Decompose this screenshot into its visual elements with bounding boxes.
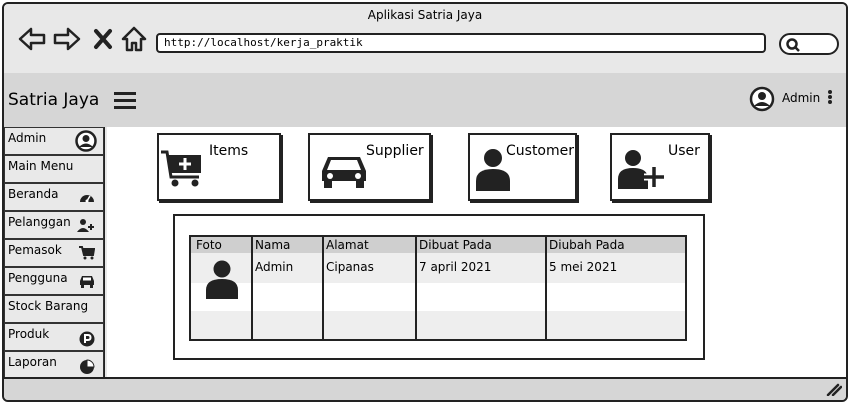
card-label: Supplier bbox=[366, 143, 424, 159]
sidebar-item-label: Laporan bbox=[8, 355, 57, 369]
column-header-diubah-pada: Diubah Pada bbox=[549, 238, 625, 252]
more-options-icon[interactable] bbox=[827, 90, 833, 110]
sidebar-item-pemasok[interactable]: Pemasok bbox=[4, 239, 104, 267]
column-header-nama: Nama bbox=[255, 238, 291, 252]
forward-arrow-icon[interactable] bbox=[53, 25, 81, 53]
sidebar-item-label: Pemasok bbox=[8, 243, 62, 257]
p-badge-icon bbox=[79, 331, 95, 350]
car-icon bbox=[322, 157, 366, 188]
search-icon bbox=[786, 38, 800, 52]
card-label: Customer bbox=[506, 143, 575, 159]
title-bar: Aplikasi Satria Jaya http://localhost/ke… bbox=[4, 4, 846, 70]
main-content: Items Supplier Customer User Foto Nama A… bbox=[107, 127, 846, 377]
sidebar-item-admin[interactable]: Admin bbox=[4, 127, 104, 155]
card-supplier[interactable]: Supplier bbox=[308, 133, 431, 201]
card-items[interactable]: Items bbox=[157, 133, 281, 201]
sidebar-item-pelanggan[interactable]: Pelanggan bbox=[4, 211, 104, 239]
sidebar-item-produk[interactable]: Produk bbox=[4, 323, 104, 351]
data-panel: Foto Nama Alamat Dibuat Pada Diubah Pada… bbox=[173, 214, 705, 360]
browser-search-field[interactable] bbox=[779, 33, 839, 55]
cell-dibuat-pada: 7 april 2021 bbox=[419, 260, 492, 274]
data-table: Foto Nama Alamat Dibuat Pada Diubah Pada… bbox=[189, 235, 687, 341]
column-header-dibuat-pada: Dibuat Pada bbox=[419, 238, 492, 252]
home-icon[interactable] bbox=[120, 25, 148, 53]
sidebar-item-label: Main Menu bbox=[8, 159, 74, 173]
close-icon[interactable] bbox=[92, 25, 114, 53]
user-icon bbox=[206, 260, 238, 299]
column-divider bbox=[545, 237, 547, 339]
column-header-alamat: Alamat bbox=[326, 238, 369, 252]
hamburger-menu-icon[interactable] bbox=[114, 91, 136, 115]
cell-diubah-pada: 5 mei 2021 bbox=[549, 260, 618, 274]
card-label: Items bbox=[209, 143, 249, 159]
column-divider bbox=[322, 237, 324, 339]
user-name[interactable]: Admin bbox=[782, 91, 820, 105]
cart-icon bbox=[79, 246, 96, 263]
sidebar-item-stock-barang[interactable]: Stock Barang bbox=[4, 295, 104, 323]
status-bar bbox=[4, 377, 846, 400]
resize-grip-icon[interactable] bbox=[824, 380, 843, 400]
card-label: User bbox=[668, 143, 700, 159]
pie-chart-icon bbox=[79, 359, 95, 378]
user-plus-icon bbox=[618, 150, 664, 189]
table-row bbox=[191, 311, 685, 339]
card-user[interactable]: User bbox=[610, 133, 710, 201]
sidebar-item-pengguna[interactable]: Pengguna bbox=[4, 267, 104, 295]
sidebar-item-laporan[interactable]: Laporan bbox=[4, 351, 104, 379]
app-header: Satria Jaya Admin bbox=[4, 73, 846, 127]
sidebar-item-label: Beranda bbox=[8, 187, 59, 201]
cell-alamat: Cipanas bbox=[326, 260, 374, 274]
sidebar-item-beranda[interactable]: Beranda bbox=[4, 183, 104, 211]
column-divider bbox=[251, 237, 253, 339]
url-input[interactable]: http://localhost/kerja_praktik bbox=[156, 33, 766, 53]
window-title: Aplikasi Satria Jaya bbox=[367, 8, 483, 22]
cart-plus-icon bbox=[161, 150, 201, 187]
car-icon bbox=[79, 274, 95, 291]
sidebar-item-label: Pengguna bbox=[8, 271, 68, 285]
user-avatar-icon[interactable] bbox=[749, 86, 775, 116]
back-arrow-icon[interactable] bbox=[18, 25, 46, 53]
user-plus-icon bbox=[77, 218, 95, 235]
cell-nama: Admin bbox=[255, 260, 294, 274]
sidebar-item-label: Admin bbox=[8, 131, 47, 145]
column-header-foto: Foto bbox=[196, 238, 222, 252]
sidebar: Admin Main Menu Beranda Pelanggan Pemaso… bbox=[4, 127, 105, 379]
column-divider bbox=[415, 237, 417, 339]
sidebar-item-main-menu[interactable]: Main Menu bbox=[4, 155, 104, 183]
sidebar-item-label: Pelanggan bbox=[8, 215, 71, 229]
card-customer[interactable]: Customer bbox=[468, 133, 577, 201]
user-avatar-icon bbox=[75, 130, 97, 155]
dashboard-icon bbox=[79, 190, 95, 207]
sidebar-item-label: Stock Barang bbox=[8, 299, 89, 313]
brand-name: Satria Jaya bbox=[8, 90, 100, 110]
browser-window: Aplikasi Satria Jaya http://localhost/ke… bbox=[2, 2, 848, 402]
sidebar-item-label: Produk bbox=[8, 327, 50, 341]
